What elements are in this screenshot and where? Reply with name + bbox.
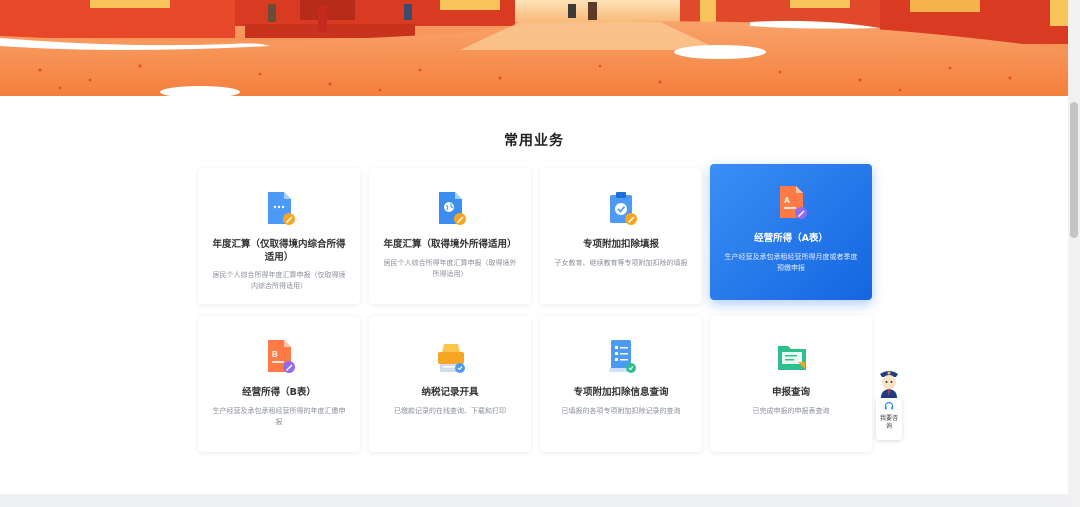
content-area bbox=[0, 96, 1068, 494]
card-title: 经营所得（A表） bbox=[754, 233, 828, 244]
card-title: 纳税记录开具 bbox=[421, 387, 479, 398]
card-description: 已填报的各项专项附加扣除记录的查询 bbox=[561, 407, 681, 415]
svg-text:A: A bbox=[784, 196, 790, 205]
card-title: 经营所得（B表） bbox=[242, 387, 316, 398]
card-special-deduction-query[interactable]: 专项附加扣除信息查询 已填报的各项专项附加扣除记录的查询 bbox=[540, 316, 702, 452]
scrollbar-thumb[interactable] bbox=[1070, 102, 1078, 238]
printer-icon bbox=[438, 344, 465, 373]
headset-icon bbox=[884, 401, 894, 410]
card-title: 专项附加扣除填报 bbox=[582, 239, 659, 250]
document-edit-icon bbox=[268, 192, 295, 225]
section-title: 常用业务 bbox=[504, 133, 564, 149]
card-tax-record[interactable]: 纳税记录开具 已缴款记录的在线查询、下载和打印 bbox=[369, 316, 531, 452]
document-a-icon: A bbox=[780, 186, 807, 219]
scroll-list-icon bbox=[609, 340, 636, 373]
footer-strip bbox=[0, 494, 1068, 507]
card-description: 生产经营及承包承租经营所得的年度汇缴申报 bbox=[212, 407, 346, 426]
card-special-deduction-fill[interactable]: 专项附加扣除填报 子女教育、继续教育等专项附加扣除的填报 bbox=[540, 168, 702, 304]
card-title: 申报查询 bbox=[771, 387, 810, 398]
card-description: 居民个人综合所得年度汇算申报（取得境外所得适用） bbox=[383, 259, 517, 278]
card-title: 年度汇算（仅取得境内综合所得适用） bbox=[212, 239, 346, 263]
folder-icon bbox=[778, 346, 806, 370]
festival-banner bbox=[0, 0, 1068, 96]
card-business-income-b[interactable]: B 经营所得（B表） 生产经营及承包承租经营所得的年度汇缴申报 bbox=[198, 316, 360, 452]
card-annual-settlement-overseas[interactable]: 年度汇算（取得境外所得适用） 居民个人综合所得年度汇算申报（取得境外所得适用） bbox=[369, 168, 531, 304]
card-declaration-query[interactable]: 申报查询 已完成申报的申报表查询 bbox=[710, 316, 872, 452]
consult-assistant[interactable]: 我要咨询 bbox=[876, 368, 902, 440]
card-title: 专项附加扣除信息查询 bbox=[573, 387, 669, 398]
svg-text:B: B bbox=[272, 350, 278, 359]
card-annual-settlement-domestic[interactable]: 年度汇算（仅取得境内综合所得适用） 居民个人综合所得年度汇算申报（仅取得境内综合… bbox=[198, 168, 360, 304]
card-description: 居民个人综合所得年度汇算申报（仅取得境内综合所得适用） bbox=[212, 271, 346, 290]
card-title: 年度汇算（取得境外所得适用） bbox=[383, 239, 517, 250]
card-description: 已完成申报的申报表查询 bbox=[752, 407, 830, 415]
card-description: 已缴款记录的在线查询、下载和打印 bbox=[394, 407, 506, 415]
tax-officer-mascot-icon bbox=[880, 371, 898, 398]
document-globe-icon bbox=[439, 192, 466, 225]
card-description: 子女教育、继续教育等专项附加扣除的填报 bbox=[554, 259, 688, 267]
consult-label: 我要咨询 bbox=[880, 415, 899, 430]
clipboard-check-icon bbox=[610, 192, 637, 225]
document-b-icon: B bbox=[268, 340, 295, 373]
card-business-income-a[interactable]: A 经营所得（A表） 生产经营及承包承租经营所得月度或者季度预缴申报 bbox=[710, 164, 872, 300]
page-scrollbar[interactable] bbox=[1068, 0, 1080, 507]
card-description: 生产经营及承包承租经营所得月度或者季度预缴申报 bbox=[724, 253, 858, 272]
